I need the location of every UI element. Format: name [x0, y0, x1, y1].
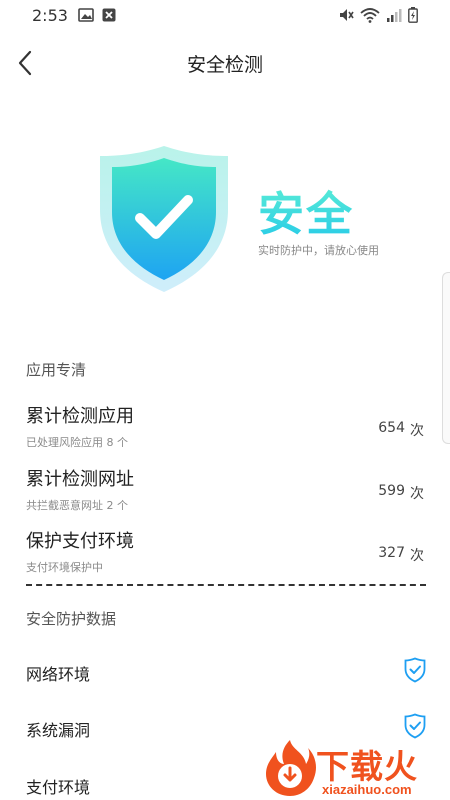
stat-count: 654 — [378, 420, 405, 436]
section-label-protection: 安全防护数据 — [26, 610, 117, 628]
stat-row-payment[interactable]: 保护支付环境 支付环境保护中 327 次 — [0, 527, 450, 587]
close-notification-icon — [102, 8, 116, 22]
watermark-logo: 下载火 xiazaihuo.com — [262, 738, 450, 800]
protection-item-network[interactable]: 网络环境 — [0, 657, 450, 687]
stat-unit: 次 — [410, 548, 424, 564]
flame-logo-icon — [266, 740, 316, 796]
security-status-text: 安全 — [258, 178, 354, 244]
stat-count: 327 — [378, 545, 405, 561]
stat-row-apps[interactable]: 累计检测应用 已处理风险应用 8 个 654 次 — [0, 402, 450, 462]
dashed-divider — [26, 584, 426, 586]
shield-check-icon — [404, 657, 426, 683]
protection-item-label: 系统漏洞 — [26, 721, 91, 740]
battery-charging-icon — [408, 7, 418, 23]
status-bar: 2:53 — [0, 0, 450, 30]
shield-check-icon — [404, 713, 426, 739]
stat-unit: 次 — [410, 423, 424, 439]
stat-unit: 次 — [410, 486, 424, 502]
stat-title: 保护支付环境 — [26, 531, 134, 552]
app-header: 安全检测 — [0, 40, 450, 86]
watermark-url: xiazaihuo.com — [322, 782, 412, 797]
gallery-notification-icon — [78, 8, 94, 22]
stat-subtitle: 共拦截恶意网址 2 个 — [26, 499, 128, 512]
mute-icon — [340, 9, 354, 21]
signal-icon — [387, 9, 402, 22]
section-label-app: 应用专清 — [26, 361, 87, 379]
stat-subtitle: 支付环境保护中 — [26, 561, 103, 574]
wifi-icon — [360, 8, 380, 23]
protection-item-label: 支付环境 — [26, 778, 91, 797]
stat-subtitle: 已处理风险应用 8 个 — [26, 436, 128, 449]
stat-count: 599 — [378, 483, 405, 499]
stat-row-urls[interactable]: 累计检测网址 共拦截恶意网址 2 个 599 次 — [0, 465, 450, 525]
security-shield-icon — [96, 144, 232, 294]
security-status-subtitle: 实时防护中，请放心使用 — [258, 244, 379, 257]
protection-item-label: 网络环境 — [26, 665, 91, 684]
watermark-brand: 下载火 — [316, 747, 418, 786]
stat-title: 累计检测网址 — [26, 469, 134, 490]
page-title: 安全检测 — [186, 54, 263, 76]
status-time: 2:53 — [32, 6, 68, 25]
stat-title: 累计检测应用 — [26, 406, 134, 427]
